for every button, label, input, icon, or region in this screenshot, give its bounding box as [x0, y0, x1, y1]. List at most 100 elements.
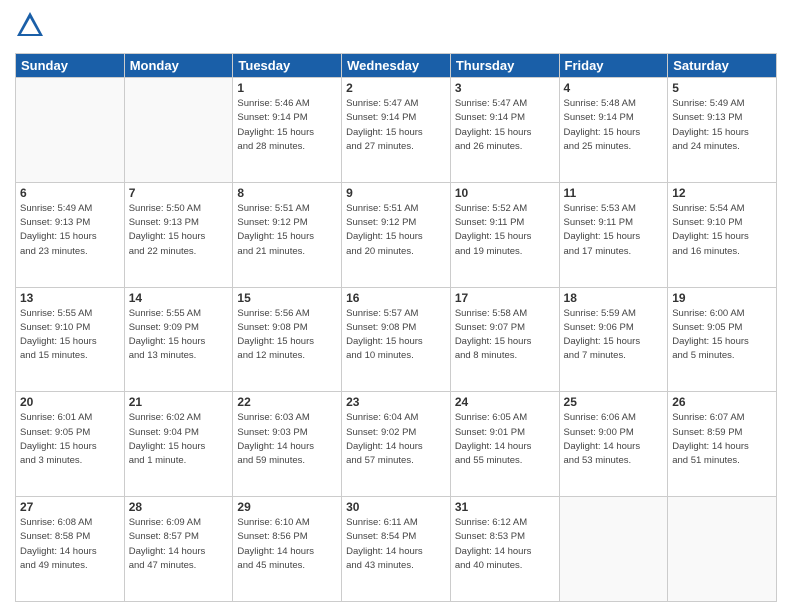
day-info: Sunrise: 6:12 AM Sunset: 8:53 PM Dayligh…	[455, 516, 555, 573]
calendar-cell: 23 Sunrise: 6:04 AM Sunset: 9:02 PM Dayli…	[342, 392, 451, 497]
day-number: 3	[455, 81, 555, 95]
day-number: 15	[237, 291, 337, 305]
day-number: 7	[129, 186, 229, 200]
calendar-cell: 28 Sunrise: 6:09 AM Sunset: 8:57 PM Dayli…	[124, 497, 233, 602]
calendar-cell: 31 Sunrise: 6:12 AM Sunset: 8:53 PM Dayli…	[450, 497, 559, 602]
calendar-cell: 15 Sunrise: 5:56 AM Sunset: 9:08 PM Dayli…	[233, 287, 342, 392]
calendar-cell: 27 Sunrise: 6:08 AM Sunset: 8:58 PM Dayli…	[16, 497, 125, 602]
calendar-week-row-3: 13 Sunrise: 5:55 AM Sunset: 9:10 PM Dayli…	[16, 287, 777, 392]
calendar-cell: 16 Sunrise: 5:57 AM Sunset: 9:08 PM Dayli…	[342, 287, 451, 392]
calendar-header-wednesday: Wednesday	[342, 54, 451, 78]
calendar-cell: 1 Sunrise: 5:46 AM Sunset: 9:14 PM Daylig…	[233, 78, 342, 183]
logo	[15, 10, 49, 45]
calendar-header-tuesday: Tuesday	[233, 54, 342, 78]
day-number: 9	[346, 186, 446, 200]
day-number: 23	[346, 395, 446, 409]
calendar-cell	[668, 497, 777, 602]
day-info: Sunrise: 6:08 AM Sunset: 8:58 PM Dayligh…	[20, 516, 120, 573]
day-info: Sunrise: 6:09 AM Sunset: 8:57 PM Dayligh…	[129, 516, 229, 573]
calendar-header-sunday: Sunday	[16, 54, 125, 78]
calendar-cell	[16, 78, 125, 183]
day-info: Sunrise: 6:07 AM Sunset: 8:59 PM Dayligh…	[672, 411, 772, 468]
header	[15, 10, 777, 45]
calendar-cell: 21 Sunrise: 6:02 AM Sunset: 9:04 PM Dayli…	[124, 392, 233, 497]
calendar-cell: 5 Sunrise: 5:49 AM Sunset: 9:13 PM Daylig…	[668, 78, 777, 183]
calendar-cell: 4Sunrise: 5:48 AM Sunset: 9:14 PM Daylig…	[559, 78, 668, 183]
calendar-header-thursday: Thursday	[450, 54, 559, 78]
day-number: 20	[20, 395, 120, 409]
day-number: 26	[672, 395, 772, 409]
day-info: Sunrise: 5:49 AM Sunset: 9:13 PM Dayligh…	[672, 97, 772, 154]
day-info: Sunrise: 5:47 AM Sunset: 9:14 PM Dayligh…	[346, 97, 446, 154]
day-info: Sunrise: 5:58 AM Sunset: 9:07 PM Dayligh…	[455, 307, 555, 364]
day-info: Sunrise: 5:53 AM Sunset: 9:11 PM Dayligh…	[564, 202, 664, 259]
day-info: Sunrise: 6:06 AM Sunset: 9:00 PM Dayligh…	[564, 411, 664, 468]
day-info: Sunrise: 6:10 AM Sunset: 8:56 PM Dayligh…	[237, 516, 337, 573]
day-info: Sunrise: 5:57 AM Sunset: 9:08 PM Dayligh…	[346, 307, 446, 364]
day-number: 18	[564, 291, 664, 305]
day-number: 11	[564, 186, 664, 200]
calendar-cell	[559, 497, 668, 602]
day-number: 29	[237, 500, 337, 514]
calendar-cell: 7 Sunrise: 5:50 AM Sunset: 9:13 PM Daylig…	[124, 182, 233, 287]
day-info: Sunrise: 6:02 AM Sunset: 9:04 PM Dayligh…	[129, 411, 229, 468]
calendar-cell: 18 Sunrise: 5:59 AM Sunset: 9:06 PM Dayli…	[559, 287, 668, 392]
calendar-week-row-5: 27 Sunrise: 6:08 AM Sunset: 8:58 PM Dayli…	[16, 497, 777, 602]
day-number: 1	[237, 81, 337, 95]
day-number: 28	[129, 500, 229, 514]
calendar-cell	[124, 78, 233, 183]
calendar-cell: 9Sunrise: 5:51 AM Sunset: 9:12 PM Daylig…	[342, 182, 451, 287]
calendar-cell: 22 Sunrise: 6:03 AM Sunset: 9:03 PM Dayli…	[233, 392, 342, 497]
calendar-week-row-1: 1 Sunrise: 5:46 AM Sunset: 9:14 PM Daylig…	[16, 78, 777, 183]
calendar-header-friday: Friday	[559, 54, 668, 78]
day-number: 2	[346, 81, 446, 95]
day-number: 27	[20, 500, 120, 514]
calendar-cell: 30Sunrise: 6:11 AM Sunset: 8:54 PM Dayli…	[342, 497, 451, 602]
calendar-cell: 29 Sunrise: 6:10 AM Sunset: 8:56 PM Dayli…	[233, 497, 342, 602]
day-info: Sunrise: 5:56 AM Sunset: 9:08 PM Dayligh…	[237, 307, 337, 364]
calendar-cell: 3 Sunrise: 5:47 AM Sunset: 9:14 PM Daylig…	[450, 78, 559, 183]
calendar-cell: 17 Sunrise: 5:58 AM Sunset: 9:07 PM Dayli…	[450, 287, 559, 392]
day-info: Sunrise: 5:49 AM Sunset: 9:13 PM Dayligh…	[20, 202, 120, 259]
day-number: 16	[346, 291, 446, 305]
day-number: 14	[129, 291, 229, 305]
day-info: Sunrise: 5:59 AM Sunset: 9:06 PM Dayligh…	[564, 307, 664, 364]
day-number: 31	[455, 500, 555, 514]
calendar-cell: 12Sunrise: 5:54 AM Sunset: 9:10 PM Dayli…	[668, 182, 777, 287]
day-info: Sunrise: 5:51 AM Sunset: 9:12 PM Dayligh…	[237, 202, 337, 259]
calendar-cell: 6 Sunrise: 5:49 AM Sunset: 9:13 PM Daylig…	[16, 182, 125, 287]
day-info: Sunrise: 6:04 AM Sunset: 9:02 PM Dayligh…	[346, 411, 446, 468]
calendar-week-row-4: 20 Sunrise: 6:01 AM Sunset: 9:05 PM Dayli…	[16, 392, 777, 497]
calendar-cell: 8Sunrise: 5:51 AM Sunset: 9:12 PM Daylig…	[233, 182, 342, 287]
day-number: 21	[129, 395, 229, 409]
calendar-header-monday: Monday	[124, 54, 233, 78]
calendar-cell: 11 Sunrise: 5:53 AM Sunset: 9:11 PM Dayli…	[559, 182, 668, 287]
day-info: Sunrise: 6:03 AM Sunset: 9:03 PM Dayligh…	[237, 411, 337, 468]
day-info: Sunrise: 5:48 AM Sunset: 9:14 PM Dayligh…	[564, 97, 664, 154]
day-info: Sunrise: 6:01 AM Sunset: 9:05 PM Dayligh…	[20, 411, 120, 468]
calendar-header-saturday: Saturday	[668, 54, 777, 78]
day-number: 13	[20, 291, 120, 305]
calendar-cell: 2 Sunrise: 5:47 AM Sunset: 9:14 PM Daylig…	[342, 78, 451, 183]
day-info: Sunrise: 6:05 AM Sunset: 9:01 PM Dayligh…	[455, 411, 555, 468]
day-number: 5	[672, 81, 772, 95]
day-number: 10	[455, 186, 555, 200]
calendar-cell: 25Sunrise: 6:06 AM Sunset: 9:00 PM Dayli…	[559, 392, 668, 497]
day-number: 6	[20, 186, 120, 200]
calendar-cell: 20 Sunrise: 6:01 AM Sunset: 9:05 PM Dayli…	[16, 392, 125, 497]
day-info: Sunrise: 5:46 AM Sunset: 9:14 PM Dayligh…	[237, 97, 337, 154]
day-number: 24	[455, 395, 555, 409]
calendar-header-row: SundayMondayTuesdayWednesdayThursdayFrid…	[16, 54, 777, 78]
day-number: 19	[672, 291, 772, 305]
day-info: Sunrise: 5:55 AM Sunset: 9:10 PM Dayligh…	[20, 307, 120, 364]
day-info: Sunrise: 6:11 AM Sunset: 8:54 PM Dayligh…	[346, 516, 446, 573]
day-info: Sunrise: 5:55 AM Sunset: 9:09 PM Dayligh…	[129, 307, 229, 364]
day-info: Sunrise: 5:50 AM Sunset: 9:13 PM Dayligh…	[129, 202, 229, 259]
day-number: 22	[237, 395, 337, 409]
day-info: Sunrise: 5:52 AM Sunset: 9:11 PM Dayligh…	[455, 202, 555, 259]
calendar-cell: 13 Sunrise: 5:55 AM Sunset: 9:10 PM Dayli…	[16, 287, 125, 392]
day-info: Sunrise: 5:47 AM Sunset: 9:14 PM Dayligh…	[455, 97, 555, 154]
day-number: 17	[455, 291, 555, 305]
calendar-cell: 26 Sunrise: 6:07 AM Sunset: 8:59 PM Dayli…	[668, 392, 777, 497]
page: SundayMondayTuesdayWednesdayThursdayFrid…	[0, 0, 792, 612]
